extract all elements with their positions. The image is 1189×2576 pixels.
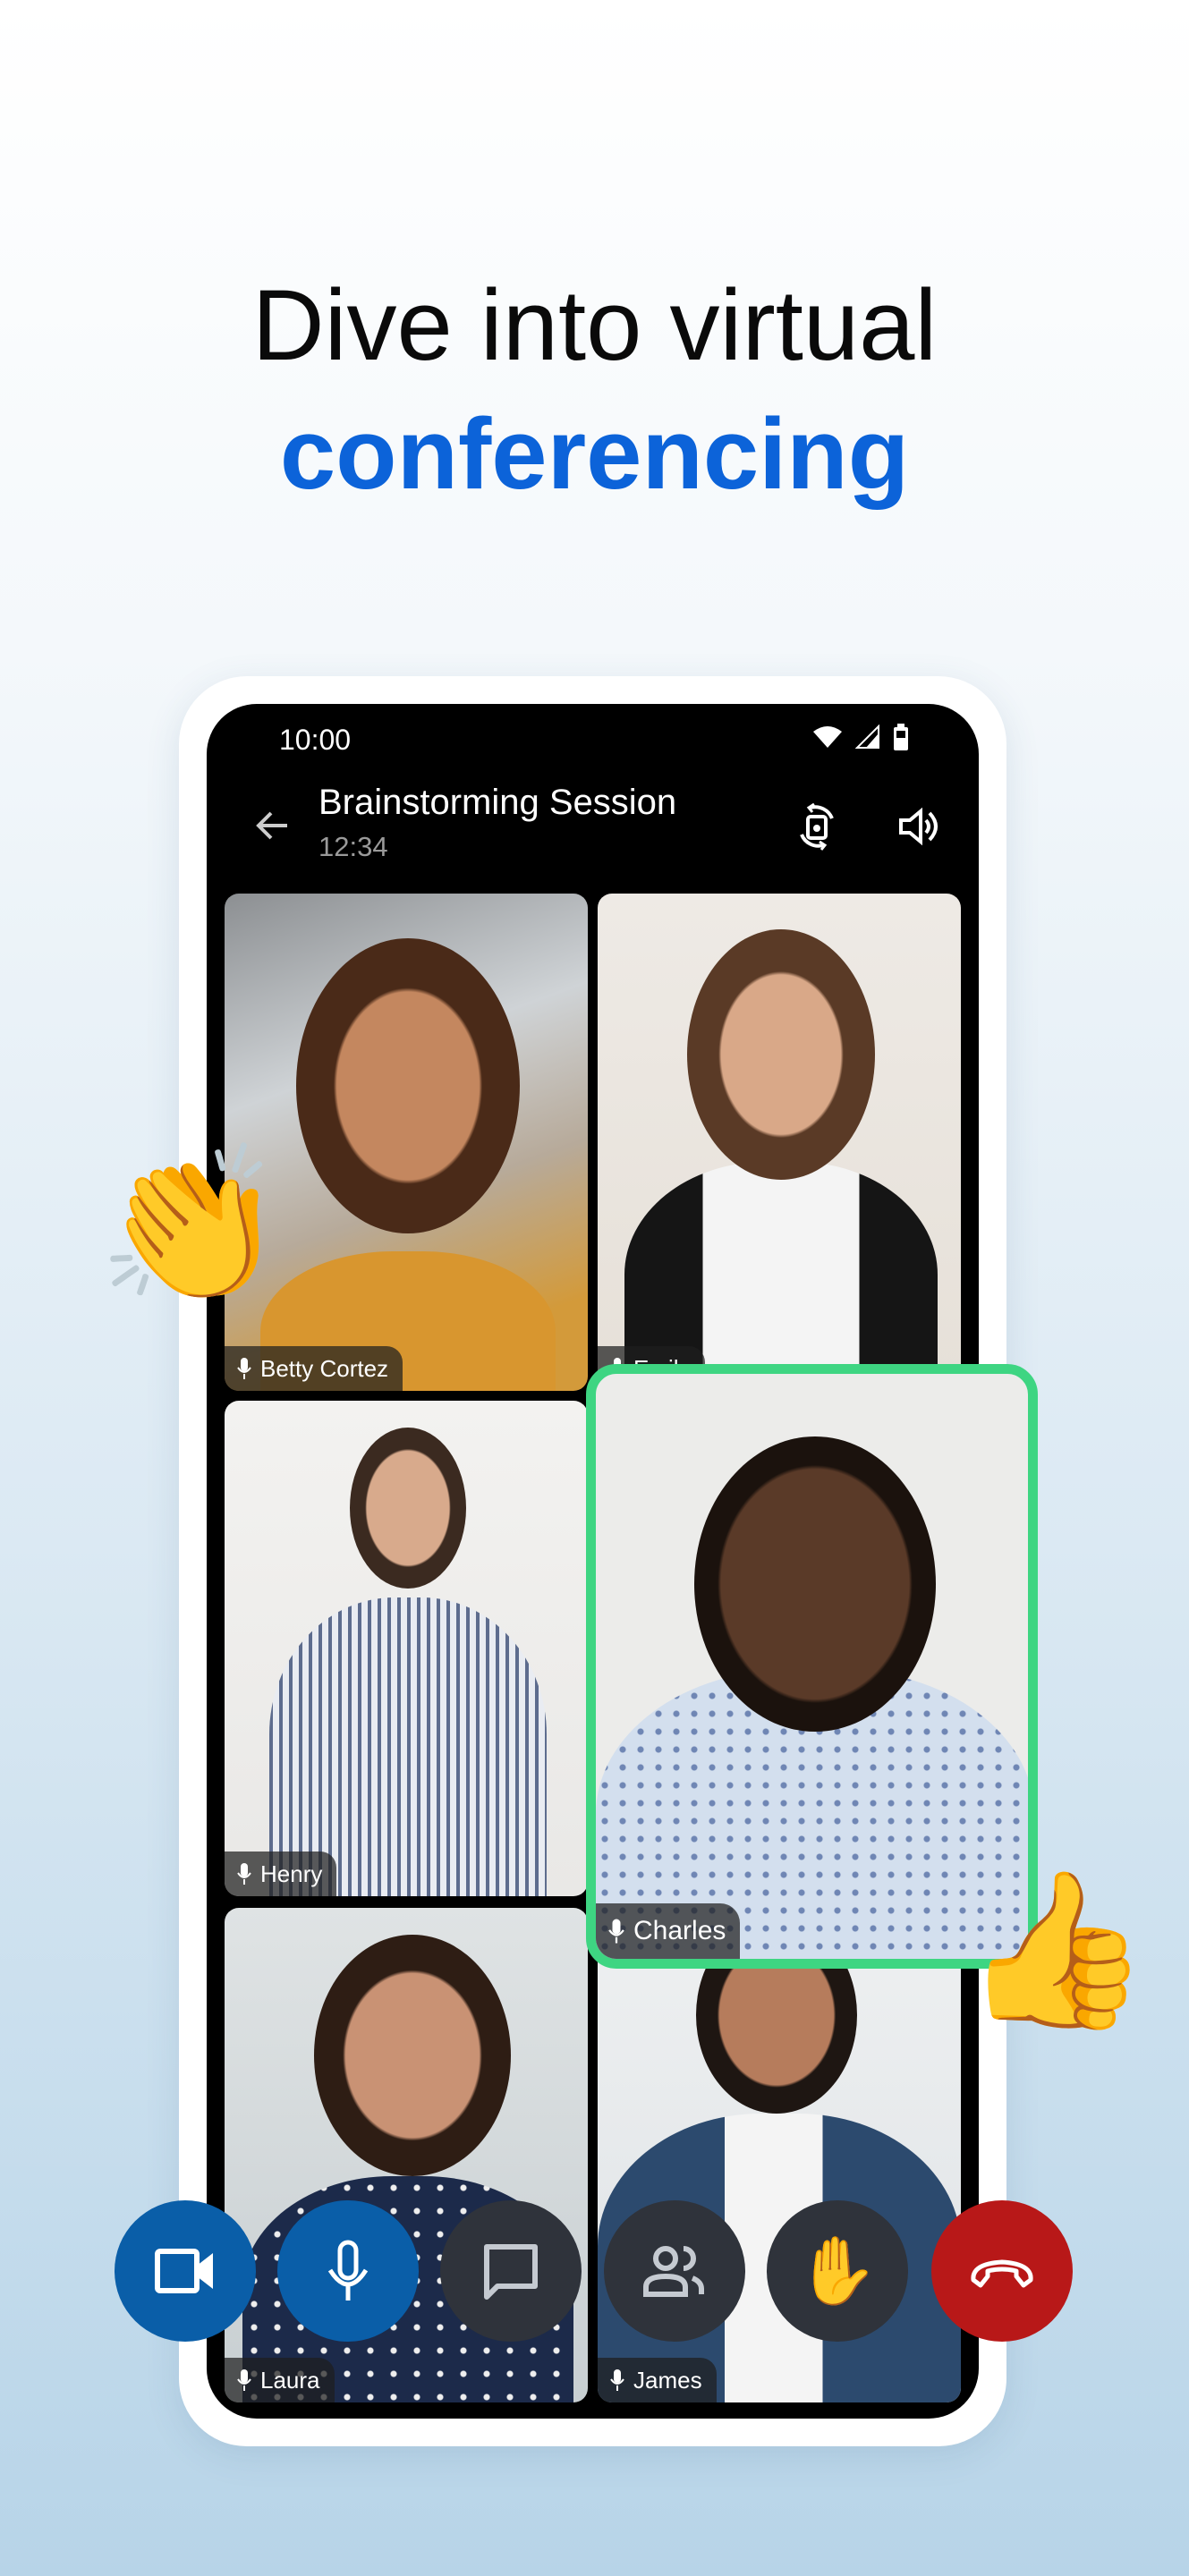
microphone-icon (237, 1358, 251, 1379)
headline-line-1: Dive into virtual (251, 269, 938, 381)
status-icons (812, 724, 909, 750)
participant-name-label: Charles (596, 1903, 741, 1959)
signal-icon (855, 724, 879, 749)
participant-name-label: Henry (225, 1852, 337, 1896)
person-face (350, 1428, 466, 1589)
chat-icon (484, 2244, 538, 2300)
wifi-icon (813, 726, 842, 748)
thumbs-up-icon: 👍 (962, 1865, 1151, 2035)
participant-name: Henry (260, 1860, 323, 1887)
raise-hand-button[interactable]: ✋ (767, 2200, 908, 2342)
participant-tile-henry[interactable]: Henry (225, 1401, 588, 1896)
headline-line-2: conferencing (279, 398, 910, 510)
back-arrow-icon[interactable] (251, 804, 294, 847)
person-face (314, 1935, 511, 2176)
participant-name-label: Laura (225, 2358, 335, 2402)
microphone-icon (608, 1919, 624, 1944)
participants-icon (643, 2246, 704, 2297)
person-face (687, 929, 875, 1180)
microphone-toggle-button[interactable] (277, 2200, 419, 2342)
participant-name: James (633, 2366, 702, 2394)
microphone-icon (237, 1863, 251, 1885)
speaker-icon[interactable] (894, 801, 946, 852)
participant-name: Laura (260, 2366, 320, 2394)
microphone-icon (237, 2369, 251, 2391)
call-title: Brainstorming Session (318, 783, 677, 822)
switch-camera-icon[interactable] (791, 801, 843, 852)
participant-name: Betty Cortez (260, 1354, 389, 1382)
battery-icon (894, 724, 908, 750)
clapping-hands-icon: 👏 (97, 1140, 286, 1310)
participant-name-label: James (598, 2358, 717, 2402)
end-call-button[interactable] (931, 2200, 1073, 2342)
camera-toggle-button[interactable] (115, 2200, 256, 2342)
microphone-icon (610, 2369, 624, 2391)
microphone-icon (327, 2240, 369, 2301)
camera-icon (155, 2249, 213, 2293)
chat-button[interactable] (440, 2200, 582, 2342)
person-face (296, 938, 520, 1233)
participant-tile-emily[interactable]: Emily (598, 894, 961, 1391)
end-call-icon (971, 2259, 1033, 2288)
status-time: 10:00 (279, 724, 352, 756)
person-face (694, 1436, 936, 1732)
participant-name-label: Betty Cortez (225, 1346, 403, 1391)
participants-button[interactable] (604, 2200, 745, 2342)
raise-hand-icon: ✋ (795, 2233, 879, 2308)
call-duration: 12:34 (318, 831, 388, 862)
participant-name: Charles (633, 1916, 726, 1945)
